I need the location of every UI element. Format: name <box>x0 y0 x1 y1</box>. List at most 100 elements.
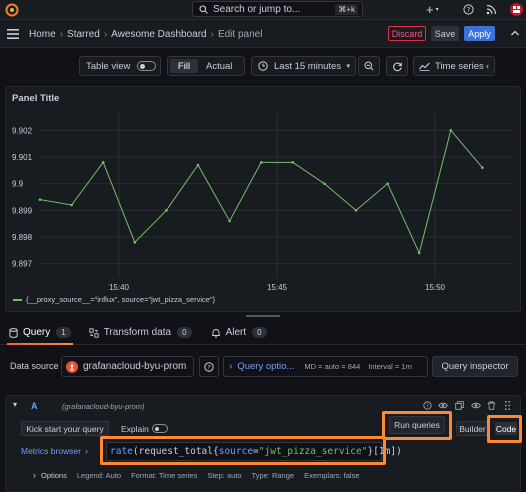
panel-controls-bar: Table view Fill Actual Last 15 minutes ▾… <box>0 48 526 86</box>
y-tick-label: 9.901 <box>12 153 33 162</box>
search-shortcut: ⌘+k <box>335 3 358 15</box>
collapse-chevron-icon[interactable]: ▾ <box>13 400 17 409</box>
data-point <box>291 161 295 164</box>
legend-series-marker <box>13 298 22 301</box>
breadcrumb-separator: › <box>103 28 108 40</box>
options-format: Format: Time series <box>131 470 198 480</box>
breadcrumb-starred[interactable]: Starred <box>67 29 100 40</box>
tab-transform[interactable]: Transform data 0 <box>89 321 192 345</box>
rss-icon[interactable] <box>486 4 497 15</box>
zoom-out-icon <box>364 61 374 71</box>
breadcrumb: Home › Starred › Awesome Dashboard › Edi… <box>29 27 262 41</box>
query-inspector-button[interactable]: Query inspector <box>432 356 518 377</box>
pane-resize-handle[interactable] <box>246 315 280 317</box>
refresh-button[interactable] <box>386 56 408 76</box>
visualization-picker[interactable]: Time series ‹ <box>413 56 495 76</box>
breadcrumb-bar: Home › Starred › Awesome Dashboard › Edi… <box>0 20 526 48</box>
explain-switch[interactable] <box>152 424 168 433</box>
tab-transform-label: Transform data <box>103 327 172 338</box>
time-series-icon <box>419 62 430 71</box>
x-tick-label: 15:40 <box>109 283 130 292</box>
tab-alert[interactable]: Alert 0 <box>211 321 267 345</box>
prometheus-icon <box>66 360 78 373</box>
y-tick-label: 9.898 <box>12 233 33 242</box>
help-icon[interactable]: ? <box>463 4 474 15</box>
save-button[interactable]: Save <box>431 26 459 41</box>
trash-icon[interactable] <box>487 401 496 410</box>
transform-icon <box>89 327 99 338</box>
drag-handle-icon[interactable] <box>504 400 511 411</box>
avatar[interactable] <box>510 3 523 16</box>
actual-option[interactable]: Actual <box>206 61 232 72</box>
x-tick-label: 15:50 <box>425 283 446 292</box>
options-legend: Legend: Auto <box>76 470 122 480</box>
options-row[interactable]: › Options Legend: Auto Format: Time seri… <box>33 469 360 481</box>
time-range-label: Last 15 minutes <box>274 60 342 72</box>
new-menu-button[interactable]: + ▾ <box>426 2 444 17</box>
legend-series-label: {__proxy_source__="influx", source="jwt_… <box>26 295 216 304</box>
legend[interactable]: {__proxy_source__="influx", source="jwt_… <box>13 295 215 304</box>
refresh-icon <box>392 61 403 72</box>
hamburger-menu-icon[interactable] <box>7 29 19 39</box>
table-view-toggle[interactable]: Table view <box>79 56 161 76</box>
breadcrumb-home[interactable]: Home <box>29 29 56 40</box>
grafana-logo-icon[interactable] <box>5 3 19 17</box>
data-point <box>38 198 42 201</box>
y-tick-label: 9.902 <box>12 126 33 135</box>
query-options-button[interactable]: › Query optio... MD = auto = 844 Interva… <box>223 356 428 377</box>
datasource-value: grafanacloud-byu-prom <box>83 361 187 372</box>
datasource-picker[interactable]: grafanacloud-byu-prom <box>61 356 194 377</box>
data-point <box>386 182 389 185</box>
fill-actual-switch: Fill Actual <box>167 56 245 76</box>
tab-query-label: Query <box>23 327 51 338</box>
tab-query[interactable]: Query 1 <box>7 321 73 345</box>
data-point <box>228 219 231 223</box>
tab-query-count: 1 <box>56 327 71 338</box>
chevron-down-icon: ▾ <box>435 7 439 13</box>
help-icon[interactable]: ? <box>423 401 432 410</box>
duplicate-icon[interactable] <box>455 401 464 410</box>
options-step: Step: auto <box>207 470 242 480</box>
kick-start-button[interactable]: Kick start your query <box>21 421 109 436</box>
query-editor: ▾ A (grafanacloud-byu-prom) ? Kick start… <box>5 395 522 492</box>
datasource-row: Data source grafanacloud-byu-prom ? › Qu… <box>0 346 526 388</box>
search-icon <box>199 4 208 14</box>
hide-query-icon[interactable] <box>471 401 481 410</box>
data-point <box>133 241 137 244</box>
data-point <box>417 251 421 255</box>
metrics-browser-button[interactable]: Metrics browser › <box>21 442 97 459</box>
chevron-up-icon[interactable] <box>510 29 520 37</box>
series-line <box>39 129 483 255</box>
discard-button[interactable]: Discard <box>388 26 426 41</box>
table-view-label: Table view <box>86 60 131 72</box>
svg-text:?: ? <box>207 363 210 371</box>
table-view-switch[interactable] <box>137 61 157 71</box>
svg-text:?: ? <box>426 404 429 410</box>
search-placeholder: Search or jump to... <box>213 3 301 15</box>
bell-icon <box>211 328 221 338</box>
time-range-picker[interactable]: Last 15 minutes ▾ <box>251 56 356 76</box>
clock-icon <box>258 61 268 71</box>
time-series-chart[interactable]: 9.897 9.898 9.899 9.9 9.901 9.902 15:40 15:45 15… <box>6 87 522 313</box>
run-queries-highlight <box>382 411 452 440</box>
datasource-help-button[interactable]: ? <box>199 356 219 377</box>
chevron-right-icon: › <box>33 470 36 480</box>
apply-button[interactable]: Apply <box>464 26 495 41</box>
breadcrumb-dashboard[interactable]: Awesome Dashboard <box>111 29 206 40</box>
eye-icon[interactable] <box>438 401 448 410</box>
data-point <box>449 129 453 132</box>
chevron-down-icon: ▾ <box>346 63 350 70</box>
datasource-label: Data source <box>10 361 59 371</box>
chevron-right-icon: › <box>229 361 233 372</box>
data-point <box>165 209 168 212</box>
fill-option[interactable]: Fill <box>170 59 198 73</box>
zoom-out-button[interactable] <box>358 56 380 76</box>
options-label: Options <box>41 470 67 480</box>
interval-text: Interval = 1m <box>368 362 412 371</box>
breadcrumb-separator: › <box>59 28 64 40</box>
database-icon <box>9 327 18 338</box>
tab-alert-label: Alert <box>225 327 247 338</box>
query-ref-id[interactable]: A <box>31 401 38 411</box>
builder-mode-button[interactable]: Builder <box>456 421 489 436</box>
search-input[interactable]: Search or jump to... ⌘+k <box>192 1 363 17</box>
